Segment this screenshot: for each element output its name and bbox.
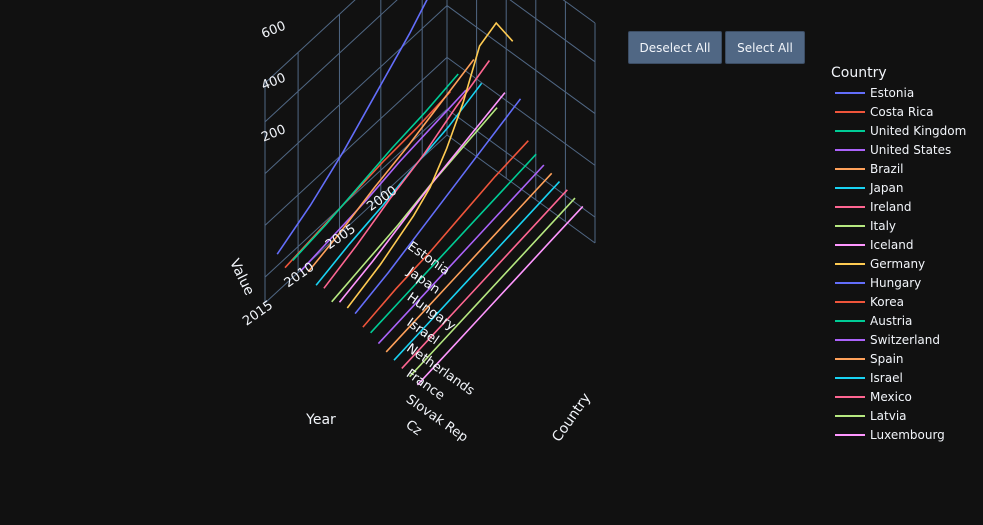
legend-swatch — [835, 224, 865, 227]
legend-item[interactable]: Mexico — [831, 387, 966, 406]
legend-swatch — [835, 262, 865, 265]
legend-swatch — [835, 148, 865, 151]
axis-title-value: Value — [226, 256, 257, 298]
legend-item[interactable]: Korea — [831, 292, 966, 311]
legend-item[interactable]: Ireland — [831, 197, 966, 216]
legend-swatch — [835, 357, 865, 360]
tick-label-year: 2005 — [323, 222, 359, 253]
legend-item[interactable]: Spain — [831, 349, 966, 368]
legend-item[interactable]: Estonia — [831, 83, 966, 102]
legend-swatch — [835, 129, 865, 132]
tick-label-value: 200 — [259, 122, 288, 145]
legend-swatch — [835, 281, 865, 284]
tick-label-country: Cz — [403, 417, 425, 439]
legend-label: Ireland — [870, 199, 912, 214]
legend-label: Hungary — [870, 275, 922, 290]
grid-line-value — [264, 5, 448, 174]
legend-swatch — [835, 338, 865, 341]
series-line — [362, 140, 529, 328]
legend-item[interactable]: Brazil — [831, 159, 966, 178]
legend-label: Spain — [870, 351, 904, 366]
legend-title: Country — [831, 65, 887, 81]
legend-label: Italy — [870, 218, 897, 233]
legend-items: Estonia Costa Rica United Kingdom United St… — [831, 83, 966, 444]
legend-label: Brazil — [870, 161, 904, 176]
legend-label: Mexico — [870, 389, 912, 404]
legend-label: United States — [870, 142, 952, 157]
tick-label-year: 2015 — [240, 298, 276, 329]
legend-swatch — [835, 414, 865, 417]
legend-label: Costa Rica — [870, 104, 934, 119]
legend-label: Estonia — [870, 85, 915, 100]
legend-swatch — [835, 91, 865, 94]
select-all-button[interactable]: Select All — [725, 31, 805, 64]
legend-label: Switzerland — [870, 332, 940, 347]
tick-label-value: 400 — [259, 71, 288, 94]
legend-item[interactable]: Italy — [831, 216, 966, 235]
legend-swatch — [835, 319, 865, 322]
legend-item[interactable]: Austria — [831, 311, 966, 330]
legend-swatch — [835, 395, 865, 398]
legend-label: Iceland — [870, 237, 914, 252]
legend-swatch — [835, 110, 865, 113]
legend-label: United Kingdom — [870, 123, 967, 138]
legend-item[interactable]: United Kingdom — [831, 121, 966, 140]
legend-label: Israel — [870, 370, 903, 385]
legend-item[interactable]: Iceland — [831, 235, 966, 254]
grid-line-value — [509, 0, 596, 63]
legend-item[interactable]: Switzerland — [831, 330, 966, 349]
grid-line-value — [264, 0, 398, 123]
deselect-all-button[interactable]: Deselect All — [628, 31, 722, 64]
legend-item[interactable]: Germany — [831, 254, 966, 273]
axis-title-year: Year — [305, 412, 336, 428]
legend-swatch — [835, 300, 865, 303]
legend: Country Estonia Costa Rica United Kingdom U… — [831, 63, 966, 444]
legend-item[interactable]: Luxembourg — [831, 425, 966, 444]
legend-swatch — [835, 167, 865, 170]
legend-swatch — [835, 376, 865, 379]
legend-item[interactable]: Latvia — [831, 406, 966, 425]
legend-item[interactable]: Costa Rica — [831, 102, 966, 121]
legend-item[interactable]: Hungary — [831, 273, 966, 292]
series-line — [315, 82, 483, 286]
series-line — [416, 205, 584, 386]
legend-swatch — [835, 205, 865, 208]
tick-label-value: 600 — [259, 19, 288, 42]
chart-labels: Value Year Country 200400600800200020052… — [226, 19, 594, 446]
legend-item[interactable]: Israel — [831, 368, 966, 387]
grid-edge — [562, 0, 596, 24]
legend-label: Austria — [870, 313, 913, 328]
legend-item[interactable]: United States — [831, 140, 966, 159]
grid-line-value — [446, 5, 596, 114]
legend-swatch — [835, 433, 865, 436]
series-line — [377, 164, 545, 345]
legend-label: Germany — [870, 256, 926, 271]
legend-label: Japan — [870, 180, 904, 195]
legend-swatch — [835, 243, 865, 246]
legend-label: Korea — [870, 294, 905, 309]
legend-swatch — [835, 186, 865, 189]
legend-item[interactable]: Japan — [831, 178, 966, 197]
legend-label: Luxembourg — [870, 427, 945, 442]
axis-title-country: Country — [549, 390, 594, 445]
legend-label: Latvia — [870, 408, 907, 423]
